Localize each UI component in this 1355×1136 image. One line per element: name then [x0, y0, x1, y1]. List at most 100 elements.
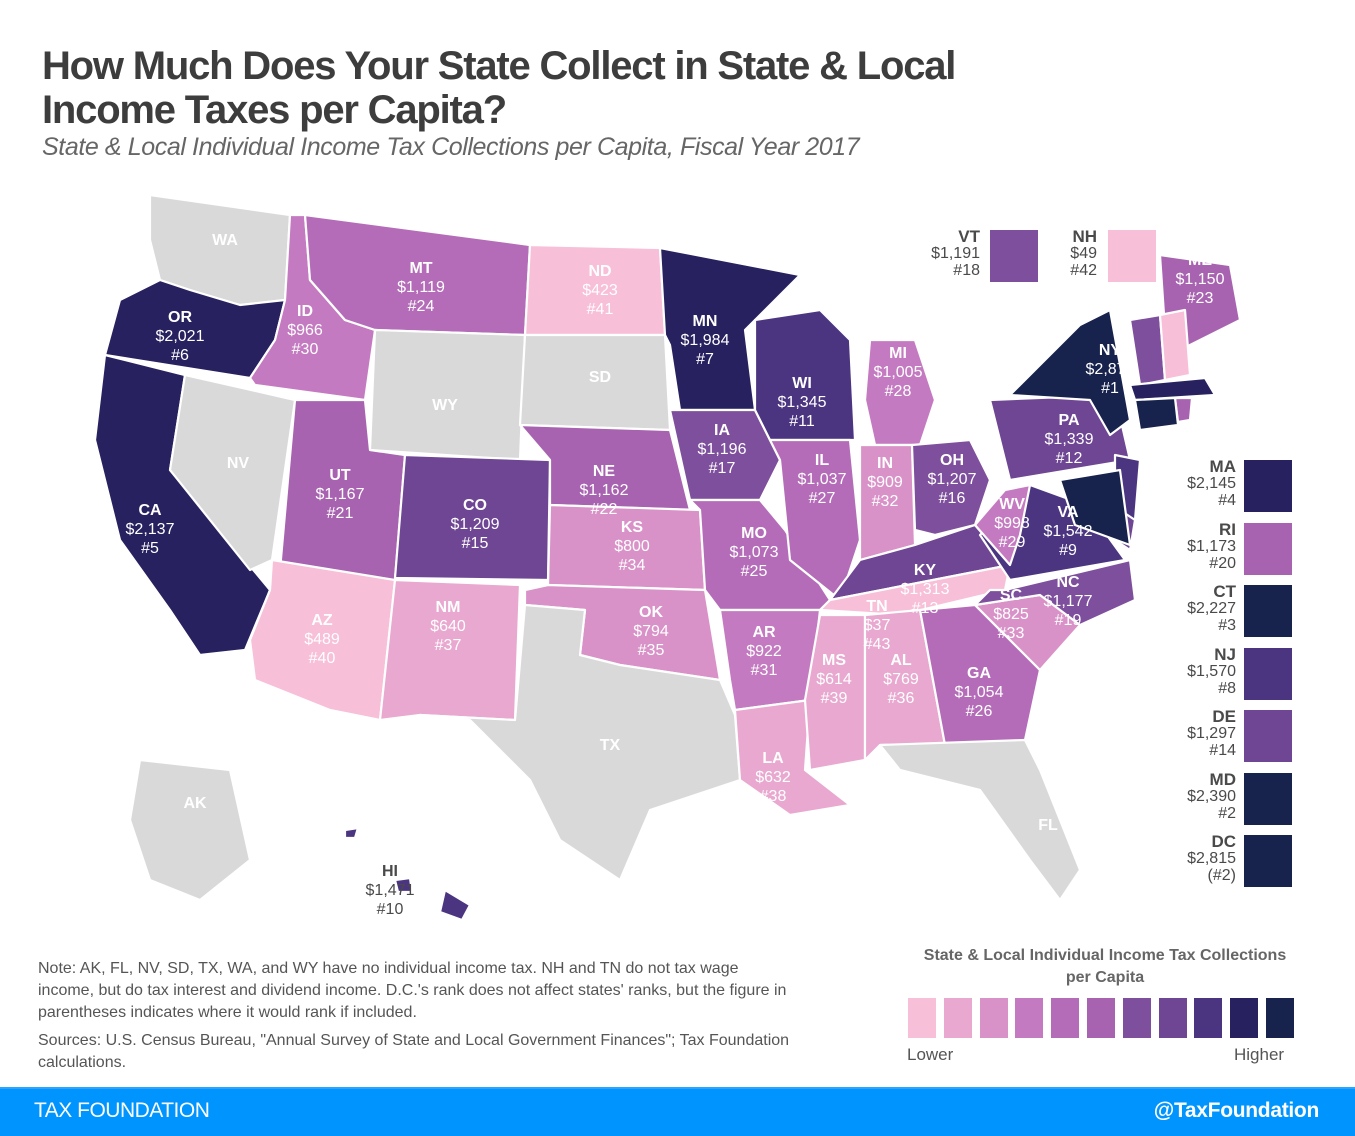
callout-value: $2,145: [1187, 475, 1236, 492]
state-label-wa: WA: [212, 232, 238, 249]
state-abbr: AL: [890, 652, 912, 669]
state-rank: #11: [789, 413, 815, 430]
callout-rank: #20: [1209, 554, 1236, 572]
callout-rank: #8: [1218, 679, 1236, 697]
callout-value: $1,191: [931, 245, 980, 262]
state-ct[interactable]: [1133, 396, 1180, 432]
callout-swatch-dc: [1244, 835, 1292, 887]
state-value: $1,313: [901, 581, 950, 598]
state-wy[interactable]: [368, 328, 527, 462]
state-nh[interactable]: [1158, 308, 1192, 382]
state-abbr: CA: [138, 502, 162, 519]
state-label-fl: FL: [1038, 817, 1058, 834]
state-label-hi: HI $1,471 #10: [366, 863, 415, 918]
callout-dc: DC $2,815 (#2): [1187, 833, 1236, 884]
state-value: $1,054: [955, 684, 1004, 701]
legend-swatch: [979, 998, 1008, 1038]
state-value: $640: [430, 618, 466, 635]
state-value: $632: [755, 769, 791, 786]
state-rank: #23: [1187, 290, 1214, 307]
state-abbr: AZ: [311, 612, 333, 629]
state-value: $1,119: [397, 279, 445, 296]
state-abbr: OK: [639, 604, 663, 621]
state-abbr: NY: [1099, 342, 1122, 359]
callout-abbr: MA: [1209, 457, 1236, 476]
footer-handle[interactable]: @TaxFoundation: [1154, 1099, 1320, 1123]
state-value: $614: [816, 671, 852, 688]
callout-ma: MA $2,145 #4: [1187, 458, 1236, 509]
state-abbr: MS: [822, 652, 846, 669]
state-rank: #13: [912, 600, 939, 617]
state-label-wy: WY: [432, 397, 458, 414]
state-label-tn: TN $37 #43: [864, 598, 891, 653]
state-rank: #19: [1055, 612, 1082, 629]
state-rank: #9: [1059, 542, 1077, 559]
state-abbr: FL: [1038, 817, 1058, 834]
state-value: $794: [633, 623, 669, 640]
state-rank: #41: [587, 301, 614, 318]
state-value: $1,177: [1044, 593, 1093, 610]
legend-swatch: [1051, 998, 1080, 1038]
state-abbr: MO: [741, 525, 767, 542]
legend-swatch: [908, 998, 936, 1038]
state-rank: #27: [809, 490, 836, 507]
state-rank: #43: [864, 636, 891, 653]
callout-nh: NH $49 #42: [1070, 228, 1097, 279]
state-abbr: ND: [588, 263, 611, 280]
state-label-nv: NV: [227, 455, 250, 472]
state-ak[interactable]: [128, 758, 252, 902]
state-value: $800: [614, 538, 650, 555]
callout-ri: RI $1,173 #20: [1187, 521, 1236, 572]
state-value: $2,137: [126, 521, 175, 538]
state-abbr: WV: [999, 496, 1025, 513]
callout-abbr: VT: [958, 227, 980, 246]
callout-rank: #4: [1218, 492, 1236, 509]
callout-rank: #42: [1070, 262, 1097, 279]
state-abbr: SC: [1000, 587, 1023, 604]
state-value: $1,345: [778, 394, 827, 411]
state-value: $1,209: [451, 516, 500, 533]
state-rank: #7: [696, 351, 714, 368]
state-value: $966: [287, 322, 323, 339]
callout-abbr: NJ: [1214, 644, 1236, 664]
state-rank: #25: [741, 563, 768, 580]
state-rank: #40: [309, 650, 336, 667]
callout-abbr: RI: [1219, 519, 1236, 539]
state-abbr: NM: [436, 599, 461, 616]
callout-abbr: CT: [1213, 582, 1236, 601]
state-abbr: MT: [409, 260, 432, 277]
state-value: $423: [582, 282, 618, 299]
callout-rank: (#2): [1207, 867, 1236, 884]
state-hi[interactable]: [343, 826, 360, 840]
state-rank: #29: [999, 534, 1026, 551]
state-rank: #39: [821, 690, 848, 707]
legend-swatch: [1194, 998, 1223, 1038]
state-abbr: OH: [940, 452, 964, 469]
state-abbr: LA: [762, 750, 784, 767]
callout-abbr: DE: [1212, 707, 1236, 726]
state-abbr: OR: [168, 309, 192, 326]
state-value: $825: [993, 606, 1029, 623]
state-abbr: VA: [1057, 504, 1078, 521]
state-hi[interactable]: [438, 888, 472, 922]
callout-md: MD $2,390 #2: [1187, 771, 1236, 822]
footer-brand[interactable]: TAX FOUNDATION: [34, 1099, 210, 1123]
state-value: $1,150: [1176, 271, 1225, 288]
callout-de: DE $1,297 #14: [1187, 708, 1236, 759]
callout-rank: #2: [1218, 804, 1236, 822]
state-rank: #6: [171, 347, 189, 364]
state-rank: #33: [998, 625, 1025, 642]
legend-high-label: Higher: [1234, 1045, 1285, 1064]
state-label-ak: AK: [183, 795, 207, 812]
state-rank: #1: [1101, 380, 1119, 397]
callout-value: $2,390: [1187, 787, 1236, 805]
callout-value: $2,227: [1187, 600, 1236, 617]
state-rank: #10: [377, 901, 404, 918]
state-rank: #24: [408, 298, 435, 315]
state-abbr: WI: [792, 375, 812, 392]
state-value: $1,162: [580, 482, 629, 499]
state-rank: #17: [709, 460, 736, 477]
state-abbr: UT: [329, 467, 351, 484]
state-rank: #21: [327, 505, 354, 522]
state-value: $1,207: [928, 471, 977, 488]
